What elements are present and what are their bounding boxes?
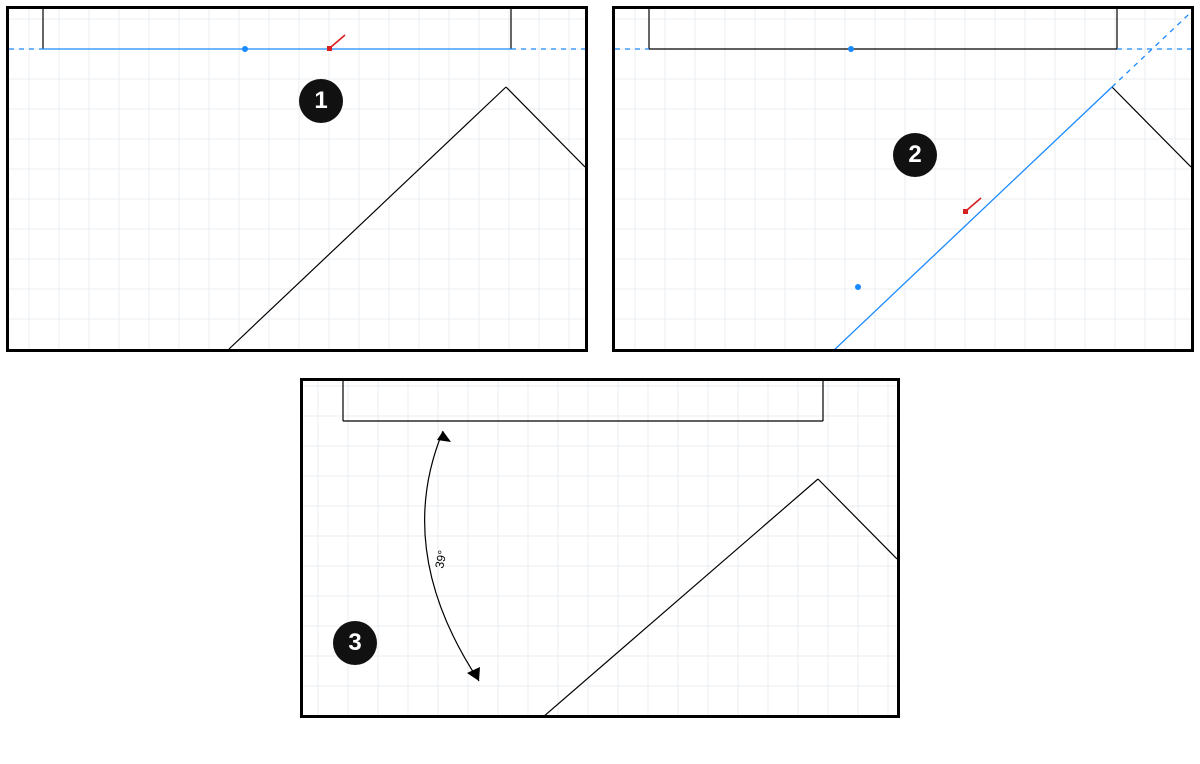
- upper-shape: [43, 9, 511, 49]
- canvas-step-1: [9, 9, 585, 349]
- grid: [9, 9, 585, 349]
- angle-dimension: 39°: [425, 431, 480, 681]
- diagonal-guide: [795, 87, 1112, 349]
- diagonal-guide-dash: [1112, 9, 1191, 87]
- lower-triangle-shape: [1112, 87, 1191, 167]
- step-number: 2: [908, 141, 921, 169]
- canvas-step-2: [615, 9, 1191, 349]
- panel-step-2: 2: [612, 6, 1194, 352]
- pen-cursor-icon: [963, 198, 981, 214]
- upper-shape: [343, 381, 823, 421]
- step-number: 1: [314, 87, 327, 115]
- grid: [615, 9, 1191, 349]
- lower-triangle-shape: [229, 87, 585, 349]
- upper-shape: [649, 9, 1117, 49]
- grid: [303, 381, 897, 715]
- step-badge-1: 1: [299, 79, 343, 123]
- panel-step-1: 1: [6, 6, 588, 352]
- step-badge-3: 3: [333, 621, 377, 665]
- diagonal-snap-point-icon: [855, 284, 861, 290]
- snap-point-icon: [848, 46, 854, 52]
- step-badge-2: 2: [893, 133, 937, 177]
- snap-point-icon: [242, 46, 248, 52]
- step-number: 3: [348, 629, 361, 657]
- panel-step-3: 39° 3: [300, 378, 900, 718]
- canvas-step-3: 39°: [303, 381, 897, 715]
